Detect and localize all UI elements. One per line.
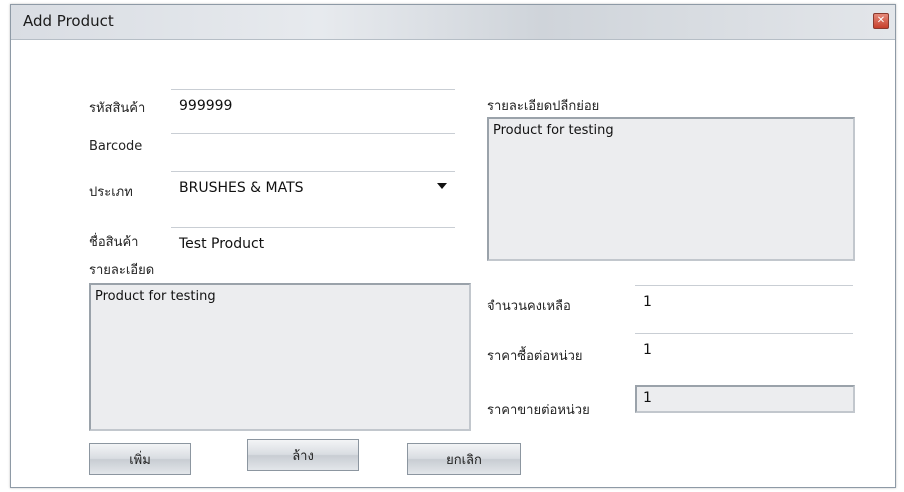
sell-price-field[interactable]: 1 [635, 385, 855, 413]
sell-price-label: ราคาขายต่อหน่วย [487, 403, 590, 418]
buy-price-label: ราคาซื้อต่อหน่วย [487, 349, 583, 364]
product-name-value: Test Product [179, 236, 265, 252]
stock-value: 1 [643, 294, 652, 310]
cancel-button[interactable]: ยกเลิก [407, 443, 521, 475]
product-code-value: 999999 [179, 98, 233, 114]
retail-detail-textarea[interactable]: Product for testing [487, 117, 855, 261]
category-label: ประเภท [89, 185, 133, 200]
buy-price-field[interactable]: 1 [635, 333, 853, 362]
add-product-window: Add Product ✕ รหัสสินค้า 999999 Barcode … [10, 4, 896, 488]
close-icon[interactable]: ✕ [873, 13, 889, 29]
category-value: BRUSHES & MATS [179, 180, 304, 196]
barcode-field[interactable] [171, 133, 455, 162]
sell-price-value: 1 [643, 390, 652, 406]
window-title: Add Product [23, 12, 114, 30]
product-code-label: รหัสสินค้า [89, 101, 146, 116]
add-button[interactable]: เพิ่ม [89, 443, 191, 475]
category-select[interactable]: BRUSHES & MATS [171, 171, 455, 200]
product-name-field[interactable]: Test Product [171, 227, 455, 256]
retail-detail-value: Product for testing [493, 123, 614, 138]
description-value: Product for testing [95, 289, 216, 304]
buy-price-value: 1 [643, 342, 652, 358]
description-textarea[interactable]: Product for testing [89, 283, 471, 431]
stock-field[interactable]: 1 [635, 285, 853, 314]
chevron-down-icon[interactable] [437, 183, 447, 189]
clear-button[interactable]: ล้าง [247, 439, 359, 471]
title-bar[interactable]: Add Product ✕ [11, 5, 895, 40]
description-label: รายละเอียด [89, 263, 155, 278]
barcode-label: Barcode [89, 139, 143, 154]
retail-detail-label: รายละเอียดปลีกย่อย [487, 99, 600, 114]
product-code-field[interactable]: 999999 [171, 89, 455, 118]
product-name-label: ชื่อสินค้า [89, 235, 139, 250]
stock-label: จำนวนคงเหลือ [487, 299, 571, 314]
